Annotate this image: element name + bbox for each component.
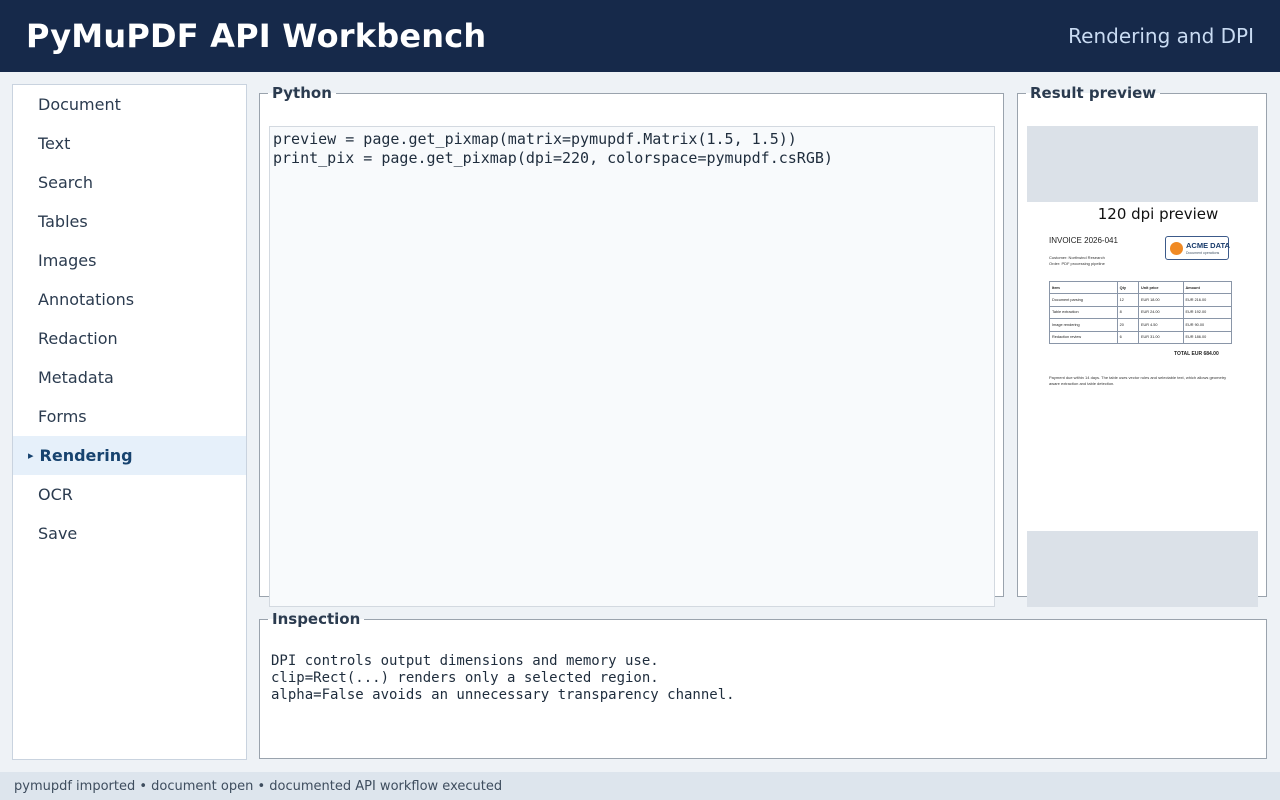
- sidebar-item-label: Forms: [38, 407, 87, 426]
- sidebar-item-rendering[interactable]: ▸ Rendering: [13, 436, 246, 475]
- app-title: PyMuPDF API Workbench: [26, 17, 487, 55]
- invoice-cell: EUR 4.50: [1138, 318, 1184, 332]
- invoice-cell: EUR 186.00: [1182, 330, 1232, 344]
- sidebar-item-label: Rendering: [39, 446, 133, 465]
- result-preview-panel: Result preview 120 dpi preview INVOICE 2…: [1017, 84, 1267, 607]
- rendered-invoice-page: INVOICE 2026-041 Customer: Northwind Res…: [1049, 236, 1239, 436]
- invoice-row: Image rendering 20 EUR 4.50 EUR 90.00: [1049, 318, 1232, 332]
- invoice-cell: EUR 18.00: [1138, 293, 1184, 307]
- python-panel-legend: Python: [272, 84, 332, 102]
- status-bar: pymupdf imported • document open • docum…: [0, 772, 1280, 800]
- sidebar-item-label: Images: [38, 251, 97, 270]
- invoice-cell: EUR 90.00: [1182, 318, 1232, 332]
- sidebar-item-label: Save: [38, 524, 78, 543]
- invoice-cell: Document parsing: [1049, 293, 1118, 307]
- preview-bottom-margin: [1027, 531, 1258, 607]
- invoice-cell: 8: [1116, 305, 1140, 320]
- invoice-cell: 6: [1116, 330, 1140, 344]
- acme-logo: ACME DATA Document operations: [1165, 236, 1230, 260]
- preview-caption: 120 dpi preview: [1097, 205, 1219, 223]
- invoice-customer: Customer: Northwind Research: [1049, 255, 1105, 260]
- sidebar-item-forms[interactable]: Forms: [13, 397, 246, 436]
- sidebar-item-label: Tables: [38, 212, 88, 231]
- inspection-legend: Inspection: [272, 610, 361, 628]
- invoice-cell: Redaction review: [1049, 330, 1118, 344]
- sidebar-item-metadata[interactable]: Metadata: [13, 358, 246, 397]
- invoice-column-header: Amount: [1182, 280, 1232, 295]
- sidebar-item-label: Redaction: [38, 329, 118, 348]
- invoice-cell: EUR 24.00: [1138, 305, 1184, 320]
- sidebar-item-document[interactable]: Document: [13, 85, 246, 124]
- result-preview-legend: Result preview: [1030, 84, 1157, 102]
- invoice-cell: Image rendering: [1049, 318, 1118, 332]
- sidebar-item-annotations[interactable]: Annotations: [13, 280, 246, 319]
- sidebar-item-tables[interactable]: Tables: [13, 202, 246, 241]
- inspection-panel: Inspection DPI controls output dimension…: [259, 610, 1267, 759]
- python-code-editor[interactable]: preview = page.get_pixmap(matrix=pymupdf…: [269, 126, 995, 607]
- sidebar-item-label: Document: [38, 95, 121, 114]
- invoice-table: Item Qty Unit price Amount Document parsing…: [1049, 280, 1232, 344]
- invoice-title: INVOICE 2026-041: [1049, 236, 1118, 245]
- active-marker-icon: ▸: [28, 449, 34, 462]
- invoice-cell: EUR 192.00: [1182, 305, 1232, 320]
- inspection-line: alpha=False avoids an unnecessary transp…: [271, 687, 735, 703]
- invoice-cell: 12: [1116, 293, 1140, 307]
- sidebar-item-label: OCR: [38, 485, 73, 504]
- sidebar-item-search[interactable]: Search: [13, 163, 246, 202]
- python-panel: Python preview = page.get_pixmap(matrix=…: [259, 84, 1004, 607]
- preview-top-margin: [1027, 126, 1258, 202]
- invoice-column-header: Item: [1049, 280, 1118, 295]
- invoice-row: Redaction review 6 EUR 31.00 EUR 186.00: [1049, 330, 1232, 344]
- sidebar-item-save[interactable]: Save: [13, 514, 246, 553]
- invoice-note: Payment due within 14 days. The table us…: [1049, 375, 1227, 386]
- sidebar-item-ocr[interactable]: OCR: [13, 475, 246, 514]
- invoice-column-header: Qty: [1116, 280, 1140, 295]
- invoice-row: Table extraction 8 EUR 24.00 EUR 192.00: [1049, 305, 1232, 320]
- invoice-row: Document parsing 12 EUR 18.00 EUR 216.00: [1049, 293, 1232, 307]
- sidebar-item-label: Search: [38, 173, 93, 192]
- inspection-line: DPI controls output dimensions and memor…: [271, 653, 659, 669]
- sidebar-item-label: Annotations: [38, 290, 135, 309]
- invoice-cell: 20: [1116, 318, 1140, 332]
- invoice-cell: EUR 216.00: [1182, 293, 1232, 307]
- logo-name: ACME DATA: [1186, 241, 1230, 250]
- app-header: PyMuPDF API Workbench Rendering and DPI: [0, 0, 1280, 72]
- inspection-line: clip=Rect(...) renders only a selected r…: [271, 670, 659, 686]
- sidebar-item-label: Metadata: [38, 368, 114, 387]
- logo-tagline: Document operations: [1186, 251, 1220, 255]
- sidebar-item-images[interactable]: Images: [13, 241, 246, 280]
- invoice-cell: EUR 31.00: [1138, 330, 1184, 344]
- sidebar-item-redaction[interactable]: Redaction: [13, 319, 246, 358]
- inspection-output: DPI controls output dimensions and memor…: [271, 653, 735, 704]
- sidebar-item-label: Text: [38, 134, 71, 153]
- logo-dot-icon: [1170, 242, 1183, 255]
- page-subtitle: Rendering and DPI: [1068, 24, 1254, 48]
- sidebar-nav: Document Text Search Tables Images Annotation…: [12, 84, 247, 760]
- sidebar-item-text[interactable]: Text: [13, 124, 246, 163]
- invoice-cell: Table extraction: [1049, 305, 1118, 320]
- invoice-total: TOTAL EUR 684.00: [1174, 351, 1219, 357]
- invoice-column-header: Unit price: [1138, 280, 1184, 295]
- invoice-order: Order: PDF processing pipeline: [1049, 261, 1105, 266]
- preview-image-area: 120 dpi preview INVOICE 2026-041 Custome…: [1027, 126, 1258, 607]
